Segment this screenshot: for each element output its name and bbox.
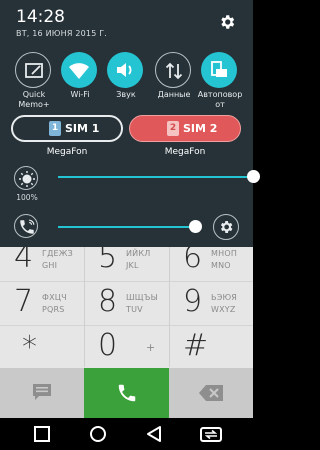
sim1-label: SIM 1 [65,122,100,135]
gear-icon [221,15,235,29]
sim-switch-button[interactable] [190,418,230,450]
toggle-label: Автоповор от [197,90,243,109]
key-digit: 0 [98,328,118,363]
key-plus-symbol: + [146,341,156,354]
key-letters-ru: ЬЭЮЯ [211,293,238,302]
clock-time: 14:28 [16,7,65,27]
dialer-actions [0,368,253,418]
overview-icon [34,426,50,442]
home-icon [90,426,106,442]
sim1-carrier: MegaFon [46,147,88,157]
key-letters-ru: ИЙКЛ [126,249,151,258]
home-button[interactable] [78,418,118,450]
key-letters-ru: МНОП [211,249,238,258]
backspace-button[interactable] [169,368,253,418]
ringtone-icon [20,219,35,234]
wifi-icon [69,63,89,79]
key-9[interactable]: 9 ЬЭЮЯ WXYZ [169,281,253,325]
call-button[interactable] [84,368,169,418]
key-digit: # [183,328,209,363]
brightness-thumb[interactable] [247,170,260,183]
message-icon [33,384,51,400]
toggle-circle [201,52,237,88]
navigation-bar [0,418,253,450]
key-letters-ru: ШЩЪЫ [126,293,158,302]
dialpad-row: * 0 + # [0,325,253,369]
dialpad-row: 7 ФХЦЧ PQRS 8 ШЩЪЫ TUV 9 ЬЭЮЯ WXYZ [0,281,253,325]
key-star[interactable]: * [0,325,84,369]
brightness-track[interactable] [58,176,253,178]
phone-icon [118,384,136,402]
key-digit: 8 [98,284,118,319]
brightness-slider-row [0,166,260,192]
divider [169,237,170,367]
ringtone-volume-button[interactable] [14,214,38,238]
volume-settings-button[interactable] [213,214,239,240]
key-letters-en: MNO [211,261,231,270]
key-digit: * [22,330,37,365]
key-letters-en: TUV [126,305,143,314]
quick-memo-icon [25,63,43,78]
toggle-circle [61,52,97,88]
sim1-badge: 1 [49,121,61,136]
sim2-label: SIM 2 [183,122,218,135]
clock-date: ВТ, 16 ИЮНЯ 2015 Г. [16,29,108,38]
key-digit: 7 [14,284,34,319]
key-letters-ru: ГДЕЖЗ [42,249,73,258]
gear-icon [220,221,233,233]
key-letters-en: JKL [126,261,139,270]
divider [84,237,85,367]
message-button[interactable] [0,368,84,418]
sim1-button[interactable]: 1 SIM 1 [11,115,123,142]
key-0[interactable]: 0 + [84,325,168,369]
toggle-circle [107,52,143,88]
key-letters-en: WXYZ [211,305,236,314]
key-letters-en: GHI [42,261,58,270]
sound-icon [117,63,132,77]
toggle-circle [155,52,191,88]
key-7[interactable]: 7 ФХЦЧ PQRS [0,281,84,325]
sim-switch-icon [200,427,222,442]
back-button[interactable] [134,418,174,450]
notification-shade: 14:28 ВТ, 16 ИЮНЯ 2015 Г. Quick Memo+ Wi… [0,0,260,247]
sim2-badge: 2 [167,121,179,136]
brightness-percent: 100% [16,193,38,202]
back-icon [147,426,161,442]
key-letters-en: PQRS [42,305,65,314]
brightness-icon [19,171,35,187]
sim2-carrier: MegaFon [164,147,206,157]
volume-thumb[interactable] [189,220,202,233]
settings-button[interactable] [218,13,236,31]
key-digit: 9 [183,284,203,319]
data-icon [165,62,183,80]
divider [0,325,253,326]
key-hash[interactable]: # [169,325,253,369]
divider [0,281,253,282]
key-letters-ru: ФХЦЧ [42,293,67,302]
backspace-icon [199,385,223,401]
toggle-circle [15,52,51,88]
auto-rotate-icon [211,61,227,77]
overview-button[interactable] [22,418,62,450]
brightness-auto-button[interactable] [14,166,38,190]
key-8[interactable]: 8 ШЩЪЫ TUV [84,281,168,325]
volume-track[interactable] [58,226,195,228]
sim2-button[interactable]: 2 SIM 2 [129,115,241,142]
